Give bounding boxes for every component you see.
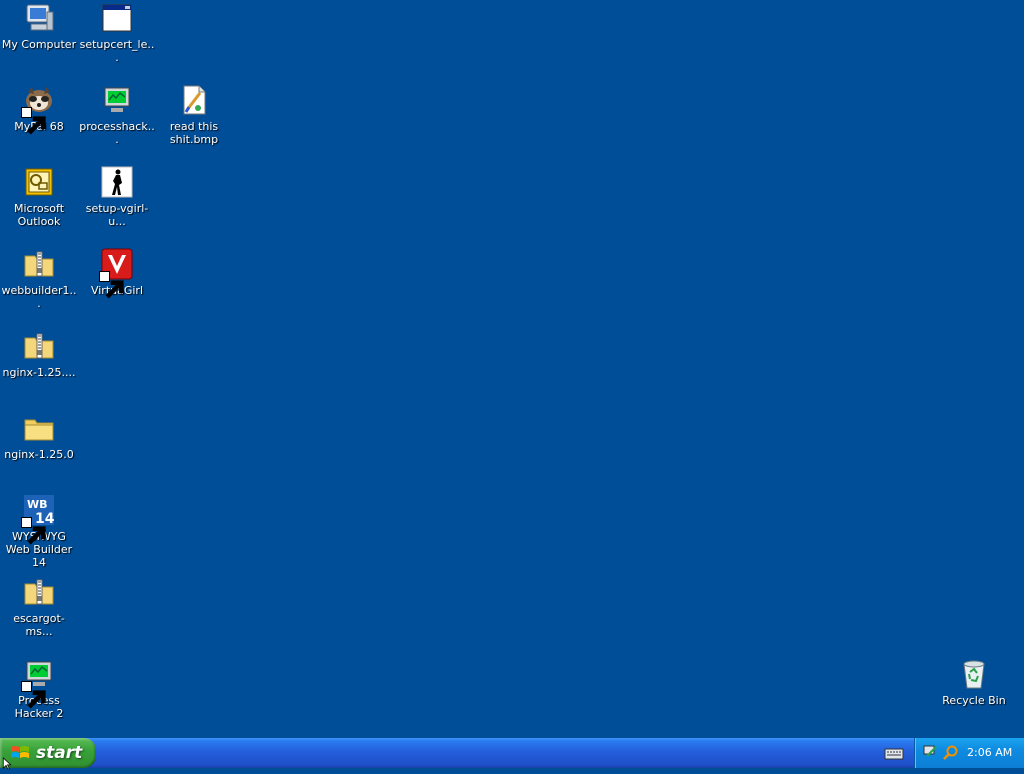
shortcut-arrow-icon <box>21 681 46 709</box>
folder-icon <box>23 412 55 444</box>
outlook-icon <box>23 166 55 198</box>
shortcut-arrow-icon <box>21 517 46 545</box>
desktop: My Computer setupcert_le... MyPal 68 pro… <box>0 0 1024 738</box>
desktop-icon-bitmap-file[interactable]: read this shit.bmp <box>155 84 233 146</box>
windows-logo-icon <box>10 744 30 762</box>
search-icon[interactable] <box>943 744 959 760</box>
svg-text:WB: WB <box>27 498 48 511</box>
desktop-icon-my-computer[interactable]: My Computer <box>0 2 78 51</box>
icon-label: My Computer <box>1 38 77 51</box>
zip-folder-icon <box>23 576 55 608</box>
desktop-icon-nginx-zip[interactable]: nginx-1.25.... <box>0 330 78 379</box>
shortcut-arrow-icon <box>21 107 46 135</box>
network-icon[interactable] <box>923 744 939 760</box>
desktop-icon-setup-vgirl[interactable]: setup-vgirl-u... <box>78 166 156 228</box>
zip-folder-icon <box>23 248 55 280</box>
process-hacker-icon <box>21 658 55 709</box>
desktop-icon-virtuagirl[interactable]: VirtuaGirl <box>78 248 156 299</box>
desktop-icon-outlook[interactable]: Microsoft Outlook <box>0 166 78 228</box>
desktop-icon-escargot-zip[interactable]: escargot-ms... <box>0 576 78 638</box>
recycle-bin-icon <box>958 658 990 690</box>
system-tray: 2:06 AM <box>914 738 1024 768</box>
keyboard-language-icon[interactable] <box>884 744 904 762</box>
taskbar: start 2:06 AM <box>0 738 1024 768</box>
icon-label: nginx-1.25.0 <box>4 448 74 461</box>
icon-label: Microsoft Outlook <box>13 202 65 228</box>
desktop-icon-processhacker-setup[interactable]: processhack... <box>78 84 156 146</box>
mouse-cursor-icon <box>2 755 12 770</box>
desktop-icon-webbuilder-zip[interactable]: webbuilder1... <box>0 248 78 310</box>
icon-label: processhack... <box>79 120 155 146</box>
icon-label: nginx-1.25.... <box>2 366 76 379</box>
icon-label: Recycle Bin <box>942 694 1006 707</box>
desktop-icon-process-hacker[interactable]: Process Hacker 2 <box>0 658 78 720</box>
desktop-icon-recycle-bin[interactable]: Recycle Bin <box>935 658 1013 707</box>
start-button[interactable]: start <box>0 738 96 768</box>
webbuilder-icon: WB 14 <box>21 494 55 545</box>
process-hacker-icon <box>101 84 133 116</box>
my-computer-icon <box>23 2 55 34</box>
icon-label: setup-vgirl-u... <box>85 202 149 228</box>
desktop-icon-nginx-folder[interactable]: nginx-1.25.0 <box>0 412 78 461</box>
desktop-icon-setupcert[interactable]: setupcert_le... <box>78 2 156 64</box>
zip-folder-icon <box>23 330 55 362</box>
icon-label: escargot-ms... <box>13 612 65 638</box>
clock[interactable]: 2:06 AM <box>967 746 1012 759</box>
paint-bitmap-icon <box>178 84 210 116</box>
application-window-icon <box>101 2 133 34</box>
desktop-icon-mypal[interactable]: MyPal 68 <box>0 84 78 135</box>
start-label: start <box>36 743 83 763</box>
mypal-raccoon-icon <box>21 84 55 135</box>
shortcut-arrow-icon <box>99 271 124 299</box>
desktop-icon-wysiwyg-web-builder[interactable]: WB 14 WYSIWYG Web Builder 14 <box>0 494 78 569</box>
vgirl-silhouette-icon <box>101 166 133 198</box>
icon-label: setupcert_le... <box>79 38 155 64</box>
icon-label: read this shit.bmp <box>169 120 219 146</box>
icon-label: webbuilder1... <box>1 284 77 310</box>
virtuagirl-icon <box>99 248 133 299</box>
